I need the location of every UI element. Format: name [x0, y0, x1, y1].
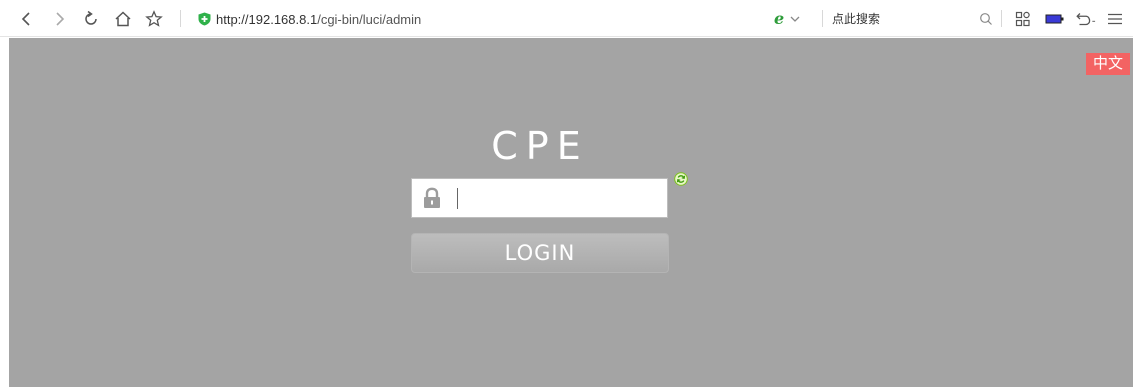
chevron-down-icon — [790, 16, 800, 22]
browser-toolbar: http://192.168.8.1/cgi-bin/luci/admin e … — [0, 0, 1133, 37]
search-icon — [980, 13, 992, 25]
undo-icon — [1076, 13, 1096, 26]
search-button[interactable] — [975, 8, 997, 30]
search-divider — [822, 10, 823, 27]
search-engine-selector[interactable]: e — [774, 8, 816, 30]
address-bar[interactable]: http://192.168.8.1/cgi-bin/luci/admin — [198, 9, 758, 29]
chevron-left-icon — [21, 12, 30, 26]
reload-button[interactable] — [80, 8, 102, 30]
forward-button[interactable] — [48, 8, 70, 30]
chevron-right-icon — [56, 12, 65, 26]
undo-button[interactable] — [1074, 8, 1096, 30]
language-button[interactable]: 中文 — [1086, 53, 1130, 75]
home-icon — [115, 11, 131, 27]
toolbar-divider — [180, 10, 181, 27]
reload-icon — [85, 10, 97, 25]
password-input[interactable] — [452, 183, 667, 213]
menu-icon — [1108, 13, 1122, 25]
password-field[interactable] — [411, 178, 668, 218]
apps-button[interactable] — [1012, 8, 1034, 30]
refresh-icon[interactable] — [674, 172, 688, 186]
battery-icon — [1045, 14, 1064, 24]
star-icon — [145, 10, 163, 27]
url-host: http://192.168.8.1 — [216, 11, 318, 27]
apps-grid-icon — [1015, 11, 1030, 27]
shield-icon — [198, 12, 211, 26]
lock-cell — [412, 179, 452, 217]
actions-divider — [1001, 10, 1002, 27]
text-caret — [457, 188, 458, 209]
search-engine-icon: e — [774, 9, 785, 28]
menu-button[interactable] — [1104, 8, 1126, 30]
login-page: 中文 CPE LOGIN — [9, 38, 1133, 387]
back-button[interactable] — [16, 8, 38, 30]
home-button[interactable] — [112, 8, 134, 30]
lock-icon — [424, 187, 440, 208]
battery-indicator — [1044, 8, 1066, 30]
search-input[interactable]: 点此搜索 — [832, 11, 952, 27]
brand-title: CPE — [491, 124, 589, 168]
url-path: /cgi-bin/luci/admin — [317, 11, 422, 27]
bookmark-button[interactable] — [143, 8, 165, 30]
login-button[interactable]: LOGIN — [411, 233, 669, 273]
